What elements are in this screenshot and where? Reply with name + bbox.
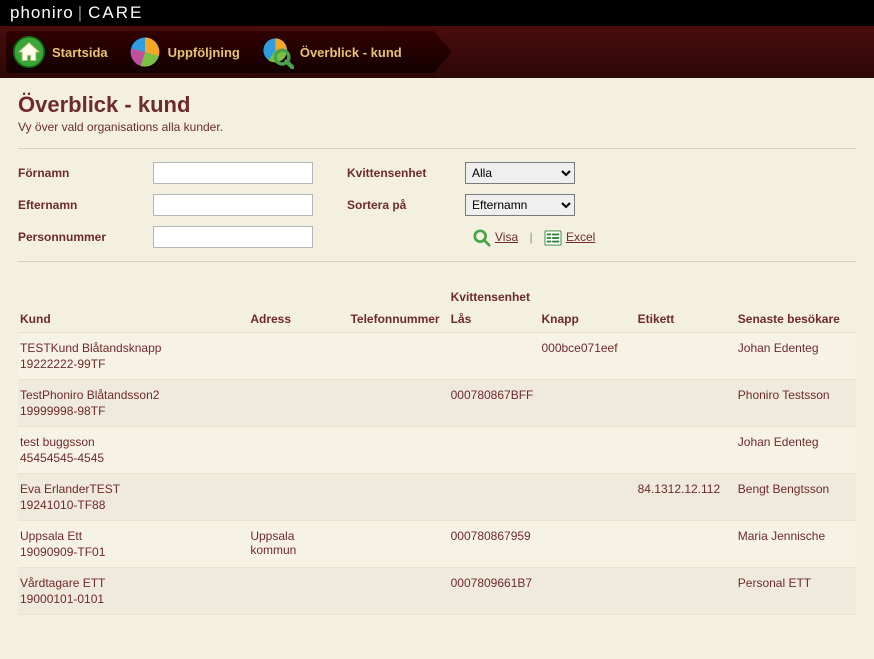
- table-row[interactable]: test buggsson45454545-4545 Johan Edenteg: [18, 427, 856, 474]
- table-row[interactable]: TESTKund Blåtandsknapp19222222-99TF 000bc…: [18, 333, 856, 380]
- cell-kund: TestPhoniro Blåtandsson219999998-98TF: [18, 380, 248, 427]
- cell-etikett: 84.1312.12.112: [636, 474, 736, 521]
- cell-knapp: 000bce071eef: [539, 333, 635, 380]
- cell-kund: TESTKund Blåtandsknapp19222222-99TF: [18, 333, 248, 380]
- th-group-kvittens: Kvittensenhet: [449, 280, 736, 306]
- breadcrumb: Startsida Uppföljning Överblick - kund: [6, 31, 452, 73]
- cell-senaste: Phoniro Testsson: [736, 380, 856, 427]
- th-kund: Kund: [18, 306, 248, 333]
- cell-las: [449, 427, 540, 474]
- sortera-select[interactable]: Efternamn: [465, 194, 575, 216]
- efternamn-input[interactable]: [153, 194, 313, 216]
- fornamn-input[interactable]: [153, 162, 313, 184]
- cell-telefon: [348, 427, 448, 474]
- cell-knapp: [539, 568, 635, 615]
- nav-startsida[interactable]: Startsida: [12, 35, 108, 69]
- cell-telefon: [348, 568, 448, 615]
- kvittensenhet-label: Kvittensenhet: [347, 166, 465, 180]
- efternamn-label: Efternamn: [18, 198, 153, 212]
- cell-senaste: Personal ETT: [736, 568, 856, 615]
- cell-las: 000780867959: [449, 521, 540, 568]
- table-row[interactable]: TestPhoniro Blåtandsson219999998-98TF 000…: [18, 380, 856, 427]
- brand-left: phoniro: [10, 3, 74, 23]
- table-row[interactable]: Vårdtagare ETT19000101-0101 0007809661B7 P…: [18, 568, 856, 615]
- cell-etikett: [636, 568, 736, 615]
- cell-telefon: [348, 474, 448, 521]
- cell-las: [449, 333, 540, 380]
- filter-panel: Förnamn Kvittensenhet Alla Efternamn Sor…: [18, 148, 856, 262]
- cell-knapp: [539, 474, 635, 521]
- cell-etikett: [636, 333, 736, 380]
- cell-etikett: [636, 380, 736, 427]
- nav-startsida-label: Startsida: [52, 45, 108, 60]
- cell-adress: Uppsala kommun: [248, 521, 348, 568]
- th-las: Lås: [449, 306, 540, 333]
- cell-senaste: Bengt Bengtsson: [736, 474, 856, 521]
- cell-telefon: [348, 333, 448, 380]
- cell-kund: test buggsson45454545-4545: [18, 427, 248, 474]
- cell-adress: [248, 333, 348, 380]
- cell-adress: [248, 474, 348, 521]
- cell-senaste: Maria Jennische: [736, 521, 856, 568]
- cell-senaste: Johan Edenteg: [736, 333, 856, 380]
- th-etikett: Etikett: [636, 306, 736, 333]
- cell-etikett: [636, 521, 736, 568]
- personnummer-label: Personnummer: [18, 230, 153, 244]
- cell-adress: [248, 427, 348, 474]
- kvittensenhet-select[interactable]: Alla: [465, 162, 575, 184]
- nav-uppfoljning-label: Uppföljning: [168, 45, 240, 60]
- cell-las: 000780867BFF: [449, 380, 540, 427]
- table-row[interactable]: Uppsala Ett19090909-TF01Uppsala kommun 00…: [18, 521, 856, 568]
- action-row: Visa | Excel: [465, 229, 595, 247]
- sortera-label: Sortera på: [347, 198, 465, 212]
- cell-knapp: [539, 380, 635, 427]
- cell-kund: Uppsala Ett19090909-TF01: [18, 521, 248, 568]
- content: Överblick - kund Vy över vald organisati…: [0, 78, 874, 615]
- page-subtitle: Vy över vald organisations alla kunder.: [18, 120, 856, 134]
- customer-table: Kvittensenhet Kund Adress Telefonnummer …: [18, 280, 856, 615]
- th-adress: Adress: [248, 306, 348, 333]
- th-knapp: Knapp: [539, 306, 635, 333]
- cell-knapp: [539, 427, 635, 474]
- app-header: phoniro | CARE: [0, 0, 874, 26]
- cell-telefon: [348, 380, 448, 427]
- cell-knapp: [539, 521, 635, 568]
- search-icon: [473, 229, 491, 247]
- brand-separator: |: [78, 3, 82, 23]
- pie-magnify-icon: [260, 35, 294, 69]
- nav-overblick-label: Överblick - kund: [300, 45, 402, 60]
- fornamn-label: Förnamn: [18, 166, 153, 180]
- cell-las: 0007809661B7: [449, 568, 540, 615]
- cell-telefon: [348, 521, 448, 568]
- cell-las: [449, 474, 540, 521]
- nav-overblick-kund[interactable]: Överblick - kund: [260, 35, 402, 69]
- table-row[interactable]: Eva ErlanderTEST19241010-TF88 84.1312.12.…: [18, 474, 856, 521]
- navbar: Startsida Uppföljning Överblick - kund: [0, 26, 874, 78]
- excel-link[interactable]: Excel: [566, 230, 595, 244]
- th-senaste: Senaste besökare: [736, 306, 856, 333]
- cell-senaste: Johan Edenteg: [736, 427, 856, 474]
- cell-adress: [248, 568, 348, 615]
- brand-right: CARE: [88, 3, 143, 23]
- pie-chart-icon: [128, 35, 162, 69]
- cell-adress: [248, 380, 348, 427]
- action-separator: |: [529, 230, 532, 244]
- personnummer-input[interactable]: [153, 226, 313, 248]
- th-telefon: Telefonnummer: [348, 306, 448, 333]
- nav-uppfoljning[interactable]: Uppföljning: [128, 35, 240, 69]
- excel-icon: [544, 230, 562, 246]
- cell-etikett: [636, 427, 736, 474]
- visa-link[interactable]: Visa: [495, 230, 518, 244]
- page-title: Överblick - kund: [18, 92, 856, 118]
- cell-kund: Vårdtagare ETT19000101-0101: [18, 568, 248, 615]
- cell-kund: Eva ErlanderTEST19241010-TF88: [18, 474, 248, 521]
- house-icon: [12, 35, 46, 69]
